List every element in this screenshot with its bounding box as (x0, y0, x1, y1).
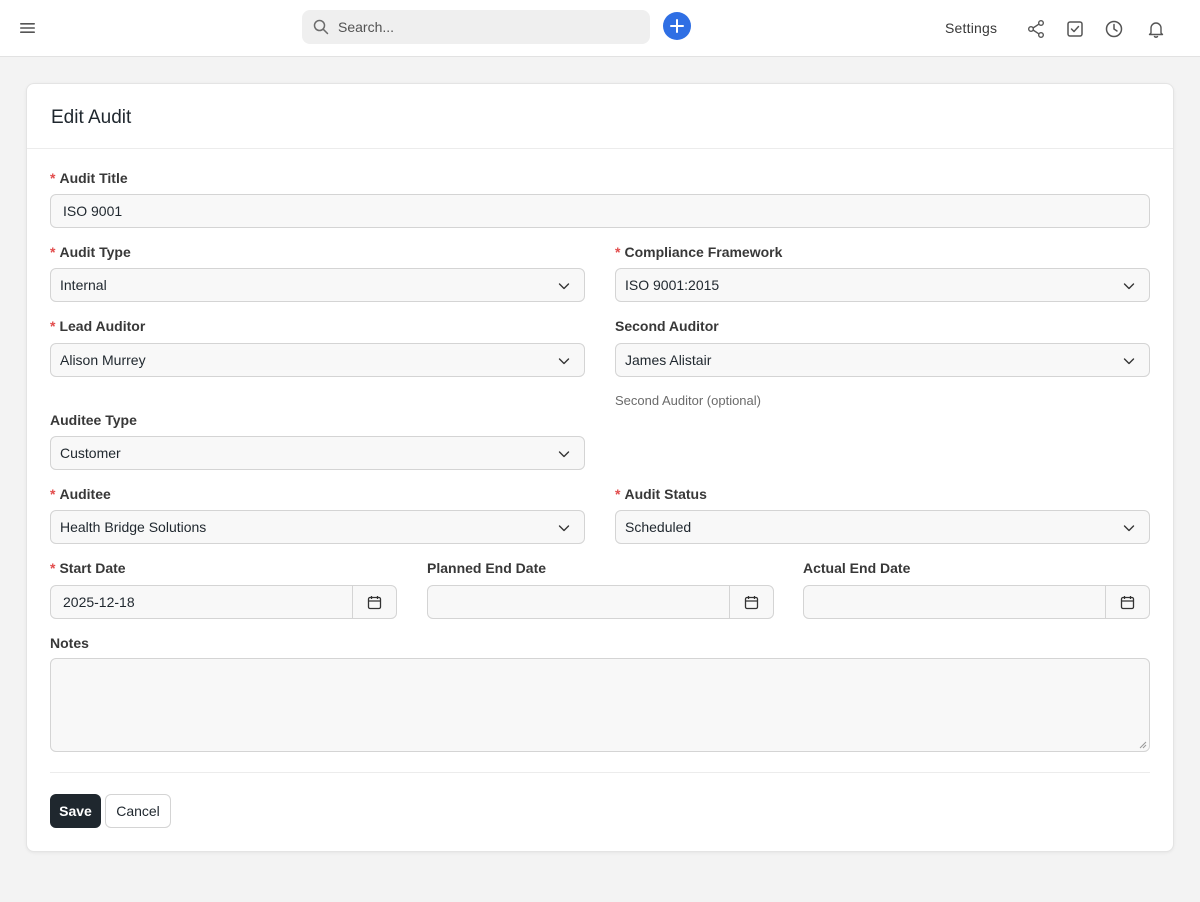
lead-auditor-select[interactable]: Alison Murrey (50, 343, 585, 377)
hamburger-icon[interactable] (19, 20, 37, 36)
calendar-icon[interactable] (367, 595, 382, 610)
footer-divider (50, 772, 1150, 773)
checkbox-icon[interactable] (1065, 19, 1085, 39)
chevron-down-icon (1123, 283, 1135, 290)
chevron-down-icon (558, 451, 570, 458)
second-auditor-hint: Second Auditor (optional) (615, 393, 761, 408)
planned-end-date-label: Planned End Date (427, 560, 547, 576)
calendar-icon[interactable] (1120, 595, 1135, 610)
chevron-down-icon (558, 525, 570, 532)
auditee-select[interactable]: Health Bridge Solutions (50, 510, 585, 544)
lead-auditor-value: Alison Murrey (60, 352, 146, 368)
required-marker: * (50, 486, 56, 502)
edit-audit-card: Edit Audit * Audit Title ISO 9001 * Audit … (26, 83, 1174, 852)
resize-handle-icon[interactable] (1139, 741, 1147, 749)
compliance-framework-value: ISO 9001:2015 (625, 277, 720, 293)
chevron-down-icon (1123, 525, 1135, 532)
start-date-input[interactable]: 2025-12-18 (50, 585, 397, 619)
auditee-type-label: Auditee Type (50, 412, 137, 428)
second-auditor-label: Second Auditor (615, 318, 719, 334)
notes-label: Notes (50, 635, 89, 651)
required-marker: * (615, 244, 621, 260)
date-separator (352, 586, 353, 618)
audit-status-select[interactable]: Scheduled (615, 510, 1150, 544)
required-marker: * (50, 244, 56, 260)
compliance-framework-label: * Compliance Framework (615, 244, 783, 260)
required-marker: * (50, 318, 56, 334)
calendar-icon[interactable] (744, 595, 759, 610)
auditee-type-select[interactable]: Customer (50, 436, 585, 470)
audit-status-label: * Audit Status (615, 486, 707, 502)
chevron-down-icon (1123, 358, 1135, 365)
notes-textarea[interactable] (50, 658, 1150, 752)
share-icon[interactable] (1026, 19, 1046, 39)
actual-end-date-input[interactable] (803, 585, 1150, 619)
actual-end-date-label: Actual End Date (803, 560, 911, 576)
auditee-value: Health Bridge Solutions (60, 519, 207, 535)
clock-icon[interactable] (1104, 19, 1124, 39)
required-marker: * (50, 560, 56, 576)
add-new-button[interactable] (663, 12, 691, 40)
second-auditor-select[interactable]: James Alistair (615, 343, 1150, 377)
chevron-down-icon (558, 358, 570, 365)
start-date-value: 2025-12-18 (63, 594, 135, 610)
auditee-type-value: Customer (60, 445, 121, 461)
start-date-label: * Start Date (50, 560, 126, 576)
audit-title-input[interactable]: ISO 9001 (50, 194, 1150, 228)
second-auditor-value: James Alistair (625, 352, 712, 368)
header-divider (27, 148, 1173, 149)
audit-type-select[interactable]: Internal (50, 268, 585, 302)
chevron-down-icon (558, 283, 570, 290)
search-bar[interactable] (302, 10, 650, 44)
date-separator (1105, 586, 1106, 618)
bell-icon[interactable] (1146, 19, 1166, 39)
save-button[interactable]: Save (50, 794, 101, 828)
plus-icon (670, 19, 684, 33)
search-icon (313, 19, 329, 35)
audit-title-value: ISO 9001 (63, 203, 123, 219)
search-input[interactable] (338, 10, 638, 44)
required-marker: * (50, 170, 56, 186)
settings-link[interactable]: Settings (945, 20, 997, 36)
audit-type-value: Internal (60, 277, 107, 293)
page-title: Edit Audit (51, 107, 132, 128)
cancel-button[interactable]: Cancel (105, 794, 171, 828)
compliance-framework-select[interactable]: ISO 9001:2015 (615, 268, 1150, 302)
audit-status-value: Scheduled (625, 519, 692, 535)
auditee-label: * Auditee (50, 486, 111, 502)
audit-type-label: * Audit Type (50, 244, 131, 260)
required-marker: * (615, 486, 621, 502)
audit-title-label: * Audit Title (50, 170, 128, 186)
lead-auditor-label: * Lead Auditor (50, 318, 146, 334)
date-separator (729, 586, 730, 618)
planned-end-date-input[interactable] (427, 585, 774, 619)
top-navbar: Settings (0, 0, 1200, 57)
